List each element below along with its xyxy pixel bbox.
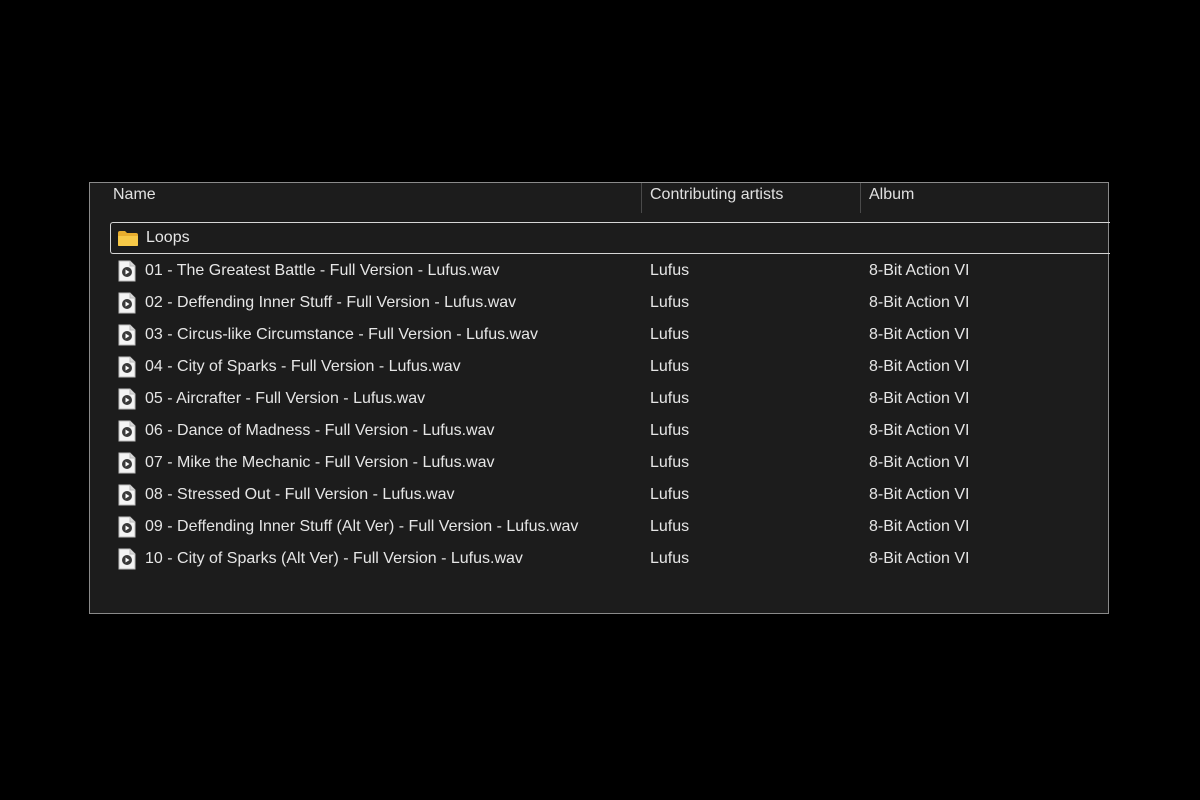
file-album: 8-Bit Action VI: [869, 262, 970, 279]
file-row[interactable]: 03 - Circus-like Circumstance - Full Ver…: [110, 319, 1110, 351]
audio-file-icon: [118, 324, 136, 351]
audio-file-icon: [118, 516, 136, 543]
file-name: 07 - Mike the Mechanic - Full Version - …: [145, 454, 495, 471]
audio-file-icon: [118, 356, 136, 383]
file-artist: Lufus: [650, 358, 690, 375]
folder-row-loops[interactable]: Loops: [110, 222, 1110, 254]
file-artist: Lufus: [650, 454, 690, 471]
audio-file-icon: [118, 548, 136, 575]
file-album: 8-Bit Action VI: [869, 486, 970, 503]
file-artist: Lufus: [650, 422, 690, 439]
file-row[interactable]: 04 - City of Sparks - Full Version - Luf…: [110, 351, 1110, 383]
file-name: 08 - Stressed Out - Full Version - Lufus…: [145, 486, 455, 503]
file-artist: Lufus: [650, 294, 690, 311]
file-album: 8-Bit Action VI: [869, 518, 970, 535]
file-artist: Lufus: [650, 326, 690, 343]
file-artist: Lufus: [650, 390, 690, 407]
file-album: 8-Bit Action VI: [869, 550, 970, 567]
file-name: 10 - City of Sparks (Alt Ver) - Full Ver…: [145, 550, 523, 567]
column-header-album[interactable]: Album: [869, 183, 1089, 213]
folder-name: Loops: [146, 229, 190, 246]
file-name: 04 - City of Sparks - Full Version - Luf…: [145, 358, 461, 375]
file-name: 09 - Deffending Inner Stuff (Alt Ver) - …: [145, 518, 579, 535]
file-row[interactable]: 01 - The Greatest Battle - Full Version …: [110, 255, 1110, 287]
file-row[interactable]: 06 - Dance of Madness - Full Version - L…: [110, 415, 1110, 447]
file-row[interactable]: 02 - Deffending Inner Stuff - Full Versi…: [110, 287, 1110, 319]
file-row[interactable]: 05 - Aircrafter - Full Version - Lufus.w…: [110, 383, 1110, 415]
file-row[interactable]: 07 - Mike the Mechanic - Full Version - …: [110, 447, 1110, 479]
file-album: 8-Bit Action VI: [869, 294, 970, 311]
file-album: 8-Bit Action VI: [869, 390, 970, 407]
file-name: 06 - Dance of Madness - Full Version - L…: [145, 422, 495, 439]
audio-file-icon: [118, 484, 136, 511]
file-name: 03 - Circus-like Circumstance - Full Ver…: [145, 326, 539, 343]
audio-file-icon: [118, 452, 136, 479]
file-album: 8-Bit Action VI: [869, 358, 970, 375]
audio-file-icon: [118, 420, 136, 447]
file-artist: Lufus: [650, 262, 690, 279]
audio-file-icon: [118, 292, 136, 319]
file-row[interactable]: 08 - Stressed Out - Full Version - Lufus…: [110, 479, 1110, 511]
audio-file-icon: [118, 260, 136, 287]
file-list-panel: Name Contributing artists Album Loops 01…: [89, 182, 1110, 614]
file-name: 02 - Deffending Inner Stuff - Full Versi…: [145, 294, 517, 311]
column-header-name[interactable]: Name: [113, 183, 633, 213]
column-header-artists[interactable]: Contributing artists: [650, 183, 850, 213]
file-album: 8-Bit Action VI: [869, 326, 970, 343]
column-header-row: Name Contributing artists Album: [90, 183, 1108, 215]
file-row[interactable]: 09 - Deffending Inner Stuff (Alt Ver) - …: [110, 511, 1110, 543]
file-artist: Lufus: [650, 550, 690, 567]
file-artist: Lufus: [650, 518, 690, 535]
column-divider[interactable]: [860, 183, 861, 213]
file-artist: Lufus: [650, 486, 690, 503]
file-name: 01 - The Greatest Battle - Full Version …: [145, 262, 500, 279]
file-album: 8-Bit Action VI: [869, 454, 970, 471]
column-divider[interactable]: [641, 183, 642, 213]
audio-file-icon: [118, 388, 136, 415]
file-name: 05 - Aircrafter - Full Version - Lufus.w…: [145, 390, 426, 407]
file-row[interactable]: 10 - City of Sparks (Alt Ver) - Full Ver…: [110, 543, 1110, 575]
file-album: 8-Bit Action VI: [869, 422, 970, 439]
folder-icon: [117, 230, 139, 252]
